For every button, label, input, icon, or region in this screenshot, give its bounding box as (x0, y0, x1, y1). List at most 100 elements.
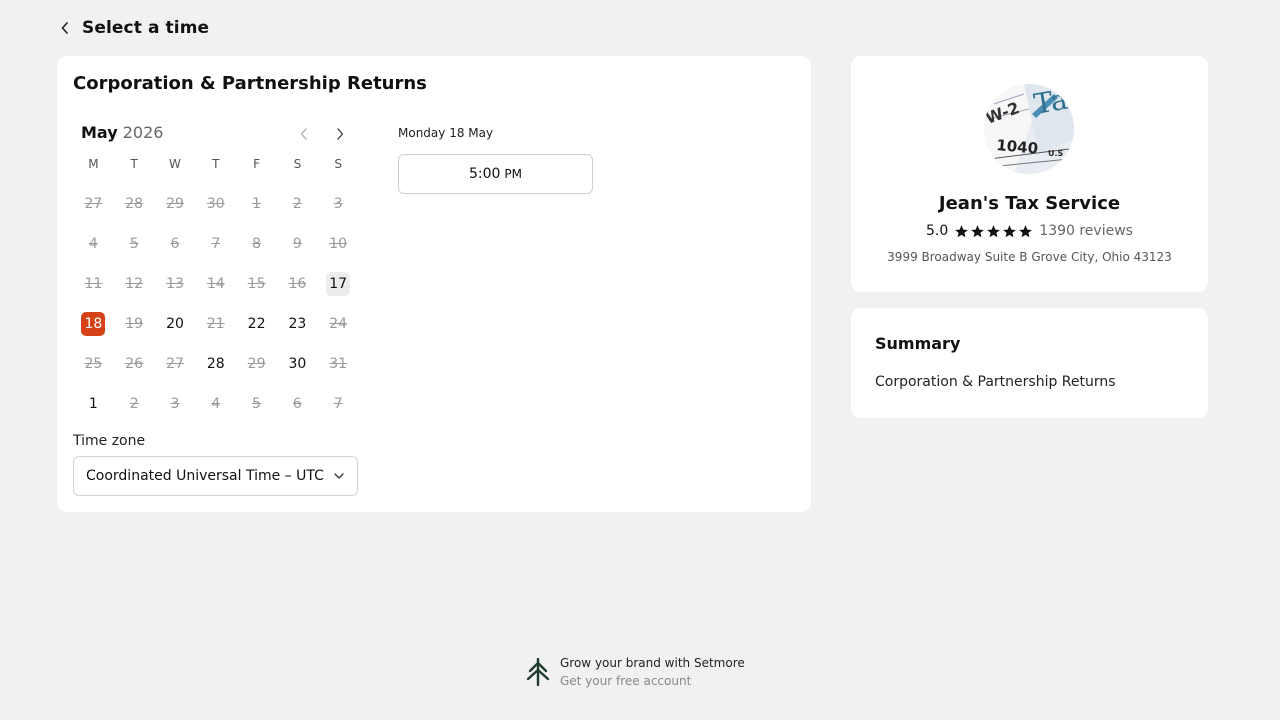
calendar-day-number: 27 (84, 196, 103, 212)
rating-stars (954, 224, 1033, 239)
tax-forms-image: W-2 Ta 1040 U.S (984, 84, 1074, 174)
calendar-day: 3 (318, 184, 359, 224)
timezone-value: Coordinated Universal Time – UTC (86, 468, 324, 484)
business-name: Jean's Tax Service (938, 193, 1121, 214)
calendar-week-row: 25 26 27 28 29 30 31 (73, 344, 359, 384)
time-slot-ampm: PM (504, 167, 523, 181)
calendar-day-number: 30 (288, 356, 307, 372)
calendar-week-row: 27 28 29 30 1 2 3 (73, 184, 359, 224)
star-icon (1019, 224, 1033, 237)
calendar-day-number: 20 (166, 316, 184, 332)
calendar-day: 5 (114, 224, 155, 264)
calendar-day-number: 17 (326, 272, 351, 296)
calendar-day-number: 9 (292, 236, 302, 252)
booking-card: Corporation & Partnership Returns May 20… (57, 56, 811, 512)
weekday-header: M T W T F S S (73, 157, 359, 171)
calendar-day-number: 7 (211, 236, 221, 252)
calendar-day: 4 (195, 384, 236, 424)
calendar-day[interactable]: 22 (236, 304, 277, 344)
calendar-day: 10 (318, 224, 359, 264)
calendar-day[interactable]: 23 (277, 304, 318, 344)
star-icon (955, 224, 969, 237)
calendar-day-number: 11 (84, 276, 103, 292)
calendar-day: 29 (155, 184, 196, 224)
setmore-promo-link[interactable]: Grow your brand with Setmore Get your fr… (526, 656, 745, 688)
rating-value: 5.0 (926, 223, 949, 239)
calendar-day[interactable]: 30 (277, 344, 318, 384)
business-address: 3999 Broadway Suite B Grove City, Ohio 4… (887, 250, 1172, 264)
timezone-select[interactable]: Coordinated Universal Time – UTC (73, 456, 358, 496)
calendar-day: 21 (195, 304, 236, 344)
calendar-day-number: 29 (166, 196, 184, 212)
calendar-day-selected[interactable]: 18 (73, 304, 114, 344)
time-slot-button[interactable]: 5:00 PM (398, 154, 593, 194)
reviews-link[interactable]: 1390 reviews (1039, 223, 1133, 239)
star-icon (1003, 224, 1017, 237)
calendar-day: 31 (318, 344, 359, 384)
calendar-day-number: 25 (84, 356, 103, 372)
calendar-day-number: 12 (125, 276, 144, 292)
calendar-day-number: 15 (247, 276, 266, 292)
footer-cta: Get your free account (560, 674, 692, 688)
calendar-day-number: 5 (129, 236, 139, 252)
calendar-day-number: 10 (329, 236, 348, 252)
service-title: Corporation & Partnership Returns (73, 73, 427, 94)
calendar-day-number: 5 (252, 396, 262, 412)
weekday-label: F (253, 157, 261, 171)
calendar-day[interactable]: 1 (73, 384, 114, 424)
footer-headline: Grow your brand with Setmore (560, 656, 745, 670)
summary-service: Corporation & Partnership Returns (875, 374, 1116, 390)
calendar-day-number: 28 (206, 356, 225, 372)
calendar-day-number: 6 (170, 236, 180, 252)
calendar-week-row: 11 12 13 14 15 16 17 (73, 264, 359, 304)
time-slot-time: 5:00 (468, 166, 501, 182)
calendar-day-number: 7 (333, 396, 343, 412)
chevron-left-icon (300, 128, 307, 140)
back-button[interactable] (58, 16, 72, 40)
calendar-day-number: 21 (206, 316, 225, 332)
calendar-day-number: 2 (292, 196, 302, 212)
month-label: May 2026 (81, 123, 163, 142)
svg-text:Ta: Ta (1031, 84, 1069, 121)
previous-month-button[interactable] (294, 124, 314, 144)
calendar-day-number: 27 (166, 356, 184, 372)
calendar-week-row: 18 19 20 21 22 23 24 (73, 304, 359, 344)
summary-title: Summary (875, 334, 961, 353)
calendar-day: 26 (114, 344, 155, 384)
calendar-day-number: 2 (129, 396, 139, 412)
weekday-label: S (293, 157, 302, 171)
calendar-day: 5 (236, 384, 277, 424)
calendar-day: 27 (155, 344, 196, 384)
calendar-day: 3 (155, 384, 196, 424)
calendar-day-number: 28 (125, 196, 144, 212)
calendar-day[interactable]: 20 (155, 304, 196, 344)
calendar-day-number: 24 (329, 316, 348, 332)
calendar-day: 7 (318, 384, 359, 424)
calendar-day: 28 (114, 184, 155, 224)
calendar-day-number: 29 (247, 356, 266, 372)
calendar-day-number: 8 (252, 236, 262, 252)
calendar-day: 15 (236, 264, 277, 304)
year-label: 2026 (122, 123, 164, 142)
calendar-day-number: 22 (247, 316, 266, 332)
calendar-day: 24 (318, 304, 359, 344)
weekday-label: M (88, 157, 99, 171)
calendar-day: 8 (236, 224, 277, 264)
chevron-right-icon (337, 128, 344, 140)
calendar-day[interactable]: 17 (318, 264, 359, 304)
page-title: Select a time (82, 18, 210, 38)
timezone-label: Time zone (73, 433, 146, 449)
calendar-day: 29 (236, 344, 277, 384)
next-month-button[interactable] (330, 124, 350, 144)
business-avatar: W-2 Ta 1040 U.S (984, 84, 1074, 174)
calendar-grid: 27 28 29 30 1 2 3 4 5 6 7 8 9 10 11 12 13 14 15 16 17 18 19 20 2… (73, 184, 359, 424)
calendar-day-number: 14 (206, 276, 225, 292)
weekday-label: S (334, 157, 342, 171)
setmore-tree-icon (526, 658, 550, 686)
calendar-day-number: 23 (288, 316, 307, 332)
calendar-day-number: 3 (333, 196, 343, 212)
calendar-day: 11 (73, 264, 114, 304)
chevron-left-icon (61, 22, 68, 34)
calendar-day-number: 16 (288, 276, 307, 292)
calendar-day[interactable]: 28 (195, 344, 236, 384)
